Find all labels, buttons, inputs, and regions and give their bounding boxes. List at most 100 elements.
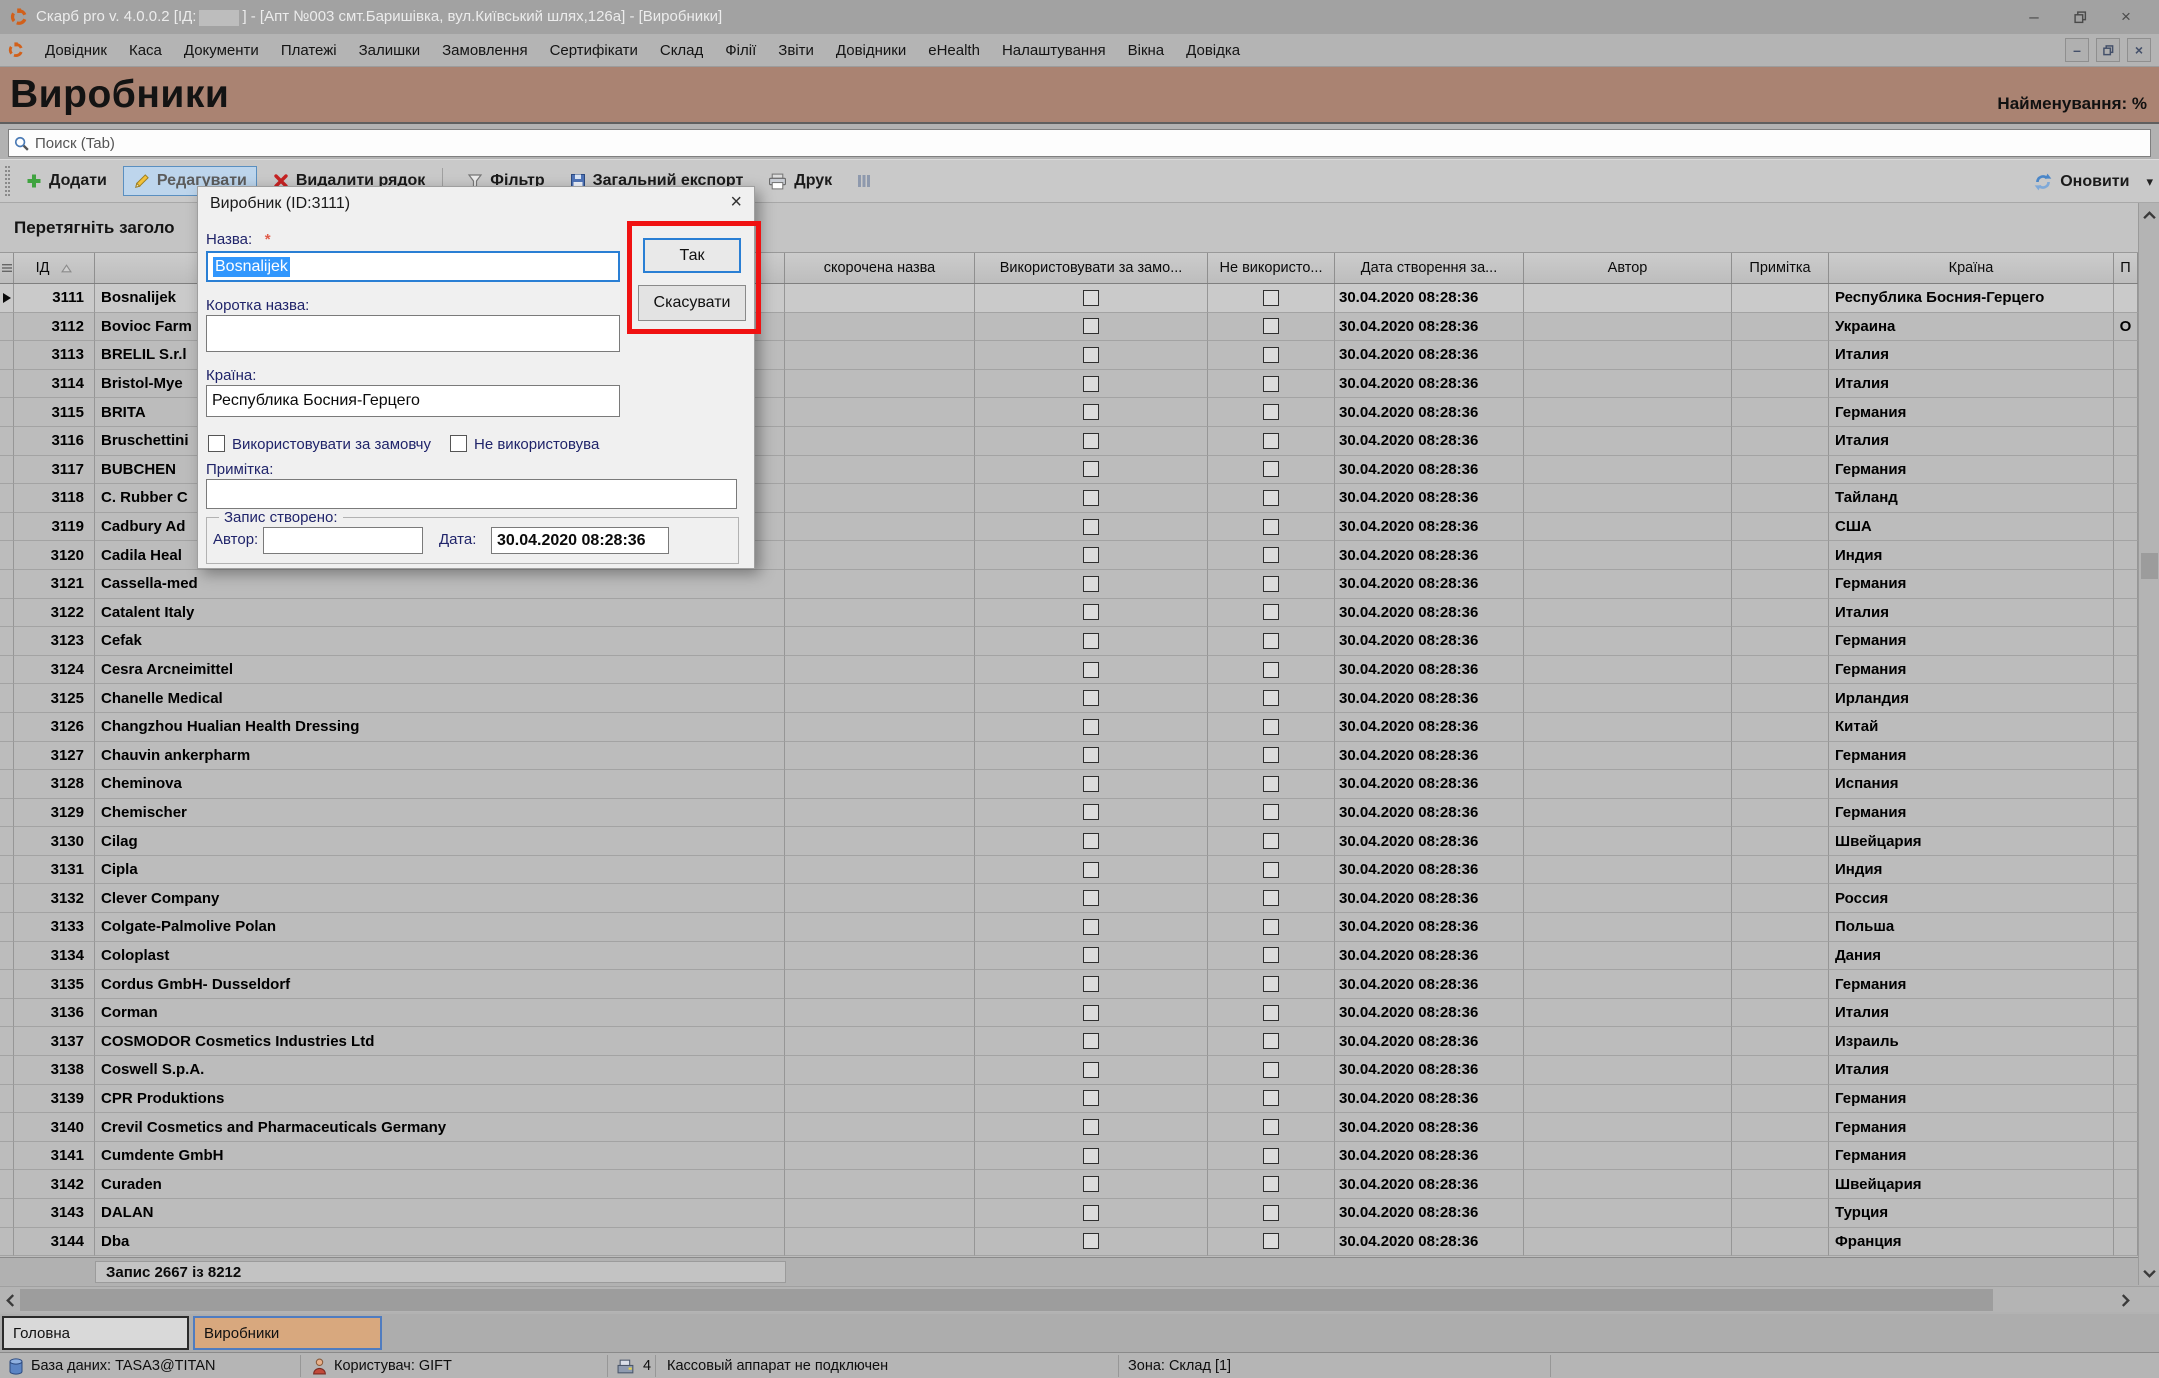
use-default-checkbox[interactable]	[1083, 376, 1099, 392]
use-default-checkbox[interactable]	[1083, 1062, 1099, 1078]
note-field[interactable]	[206, 479, 737, 509]
use-default-checkbox[interactable]	[1083, 1205, 1099, 1221]
refresh-button[interactable]: Оновити	[2024, 167, 2138, 197]
not-use-checkbox[interactable]	[1263, 947, 1279, 963]
use-default-checkbox[interactable]	[1083, 947, 1099, 963]
table-row[interactable]: 3141Cumdente GmbH30.04.2020 08:28:36Герм…	[0, 1142, 2138, 1171]
not-use-checkbox[interactable]	[1263, 376, 1279, 392]
use-default-checkbox[interactable]	[1083, 804, 1099, 820]
table-row[interactable]: 3128Cheminova30.04.2020 08:28:36Испания	[0, 770, 2138, 799]
scroll-up-arrow[interactable]	[2139, 205, 2159, 225]
table-row[interactable]: 3138Coswell S.p.A.30.04.2020 08:28:36Ита…	[0, 1056, 2138, 1085]
toolbar-overflow-dropdown[interactable]: ▾	[2146, 174, 2153, 190]
scroll-left-arrow[interactable]	[0, 1289, 20, 1311]
column-header-p[interactable]: П	[2114, 253, 2138, 283]
use-default-checkbox[interactable]	[1083, 890, 1099, 906]
window-restore-button[interactable]	[2057, 0, 2103, 34]
use-default-checkbox[interactable]	[1083, 547, 1099, 563]
use-default-checkbox[interactable]	[1083, 719, 1099, 735]
not-use-checkbox[interactable]	[1263, 433, 1279, 449]
column-header-not-use[interactable]: Не використо...	[1208, 253, 1335, 283]
menu-item-11[interactable]: Довідники	[825, 37, 917, 64]
column-header-id[interactable]: ІД	[14, 253, 95, 283]
not-use-dialog-checkbox[interactable]	[450, 435, 467, 452]
use-default-checkbox[interactable]	[1083, 1233, 1099, 1249]
vertical-scrollbar-thumb[interactable]	[2141, 553, 2158, 579]
table-row[interactable]: 3129Chemischer30.04.2020 08:28:36Германи…	[0, 799, 2138, 828]
table-row[interactable]: 3133Colgate-Palmolive Polan30.04.2020 08…	[0, 913, 2138, 942]
window-minimize-button[interactable]: –	[2011, 0, 2057, 34]
column-header-country[interactable]: Країна	[1829, 253, 2114, 283]
not-use-checkbox[interactable]	[1263, 1005, 1279, 1021]
use-default-checkbox[interactable]	[1083, 433, 1099, 449]
not-use-checkbox[interactable]	[1263, 862, 1279, 878]
use-default-checkbox[interactable]	[1083, 1090, 1099, 1106]
search-input[interactable]: Поиск (Tab)	[8, 129, 2151, 157]
column-header-use-default[interactable]: Використовувати за замо...	[975, 253, 1208, 283]
table-row[interactable]: 3134Coloplast30.04.2020 08:28:36Дания	[0, 942, 2138, 971]
table-row[interactable]: 3140Crevil Cosmetics and Pharmaceuticals…	[0, 1113, 2138, 1142]
not-use-checkbox[interactable]	[1263, 576, 1279, 592]
use-default-checkbox[interactable]	[1083, 1033, 1099, 1049]
not-use-checkbox[interactable]	[1263, 804, 1279, 820]
menu-item-4[interactable]: Платежі	[270, 37, 348, 64]
use-default-checkbox[interactable]	[1083, 404, 1099, 420]
column-header-indicator[interactable]	[0, 253, 14, 283]
use-default-checkbox[interactable]	[1083, 690, 1099, 706]
not-use-checkbox[interactable]	[1263, 1062, 1279, 1078]
not-use-checkbox[interactable]	[1263, 919, 1279, 935]
table-row[interactable]: 3124Cesra Arcneimittel30.04.2020 08:28:3…	[0, 656, 2138, 685]
use-default-checkbox[interactable]	[1083, 490, 1099, 506]
table-row[interactable]: 3137COSMODOR Cosmetics Industries Ltd30.…	[0, 1027, 2138, 1056]
window-close-button[interactable]: ×	[2103, 0, 2149, 34]
menu-item-6[interactable]: Замовлення	[431, 37, 538, 64]
author-field[interactable]	[263, 527, 423, 554]
use-default-dialog-checkbox[interactable]	[208, 435, 225, 452]
scroll-right-arrow[interactable]	[2112, 1289, 2138, 1311]
columns-icon-button[interactable]	[848, 168, 880, 194]
table-row[interactable]: 3125Chanelle Medical30.04.2020 08:28:36И…	[0, 684, 2138, 713]
use-default-checkbox[interactable]	[1083, 1148, 1099, 1164]
not-use-checkbox[interactable]	[1263, 347, 1279, 363]
short-name-field[interactable]	[206, 315, 620, 352]
table-row[interactable]: 3143DALAN30.04.2020 08:28:36Турция	[0, 1199, 2138, 1228]
not-use-checkbox[interactable]	[1263, 1033, 1279, 1049]
use-default-checkbox[interactable]	[1083, 776, 1099, 792]
date-field[interactable]: 30.04.2020 08:28:36	[491, 527, 669, 554]
table-row[interactable]: 3132Clever Company30.04.2020 08:28:36Рос…	[0, 884, 2138, 913]
table-row[interactable]: 3139CPR Produktions30.04.2020 08:28:36Ге…	[0, 1085, 2138, 1114]
use-default-checkbox[interactable]	[1083, 1119, 1099, 1135]
use-default-checkbox[interactable]	[1083, 461, 1099, 477]
table-row[interactable]: 3131Cipla30.04.2020 08:28:36Индия	[0, 856, 2138, 885]
menu-item-3[interactable]: Документи	[173, 37, 270, 64]
use-default-checkbox[interactable]	[1083, 1176, 1099, 1192]
not-use-checkbox[interactable]	[1263, 490, 1279, 506]
menu-item-14[interactable]: Вікна	[1117, 37, 1176, 64]
use-default-checkbox[interactable]	[1083, 862, 1099, 878]
use-default-checkbox[interactable]	[1083, 633, 1099, 649]
mdi-restore-button[interactable]	[2096, 38, 2120, 62]
not-use-checkbox[interactable]	[1263, 719, 1279, 735]
use-default-checkbox[interactable]	[1083, 1005, 1099, 1021]
table-row[interactable]: 3122Catalent Italy30.04.2020 08:28:36Ита…	[0, 599, 2138, 628]
scroll-down-arrow[interactable]	[2139, 1263, 2159, 1283]
table-row[interactable]: 3136Corman30.04.2020 08:28:36Италия	[0, 999, 2138, 1028]
mdi-close-button[interactable]: ×	[2127, 38, 2151, 62]
not-use-checkbox[interactable]	[1263, 633, 1279, 649]
menu-item-1[interactable]: Довідник	[34, 37, 118, 64]
not-use-checkbox[interactable]	[1263, 519, 1279, 535]
not-use-checkbox[interactable]	[1263, 1176, 1279, 1192]
table-row[interactable]: 3121Cassella-med30.04.2020 08:28:36Герма…	[0, 570, 2138, 599]
add-button[interactable]: Додати	[17, 167, 116, 195]
horizontal-scrollbar-thumb[interactable]	[20, 1289, 1993, 1311]
use-default-checkbox[interactable]	[1083, 604, 1099, 620]
menu-item-9[interactable]: Філії	[714, 37, 767, 64]
use-default-checkbox[interactable]	[1083, 318, 1099, 334]
not-use-checkbox[interactable]	[1263, 1090, 1279, 1106]
not-use-checkbox[interactable]	[1263, 1205, 1279, 1221]
menu-item-13[interactable]: Налаштування	[991, 37, 1117, 64]
table-row[interactable]: 3123Cefak30.04.2020 08:28:36Германия	[0, 627, 2138, 656]
not-use-checkbox[interactable]	[1263, 604, 1279, 620]
not-use-checkbox[interactable]	[1263, 1233, 1279, 1249]
not-use-checkbox[interactable]	[1263, 747, 1279, 763]
